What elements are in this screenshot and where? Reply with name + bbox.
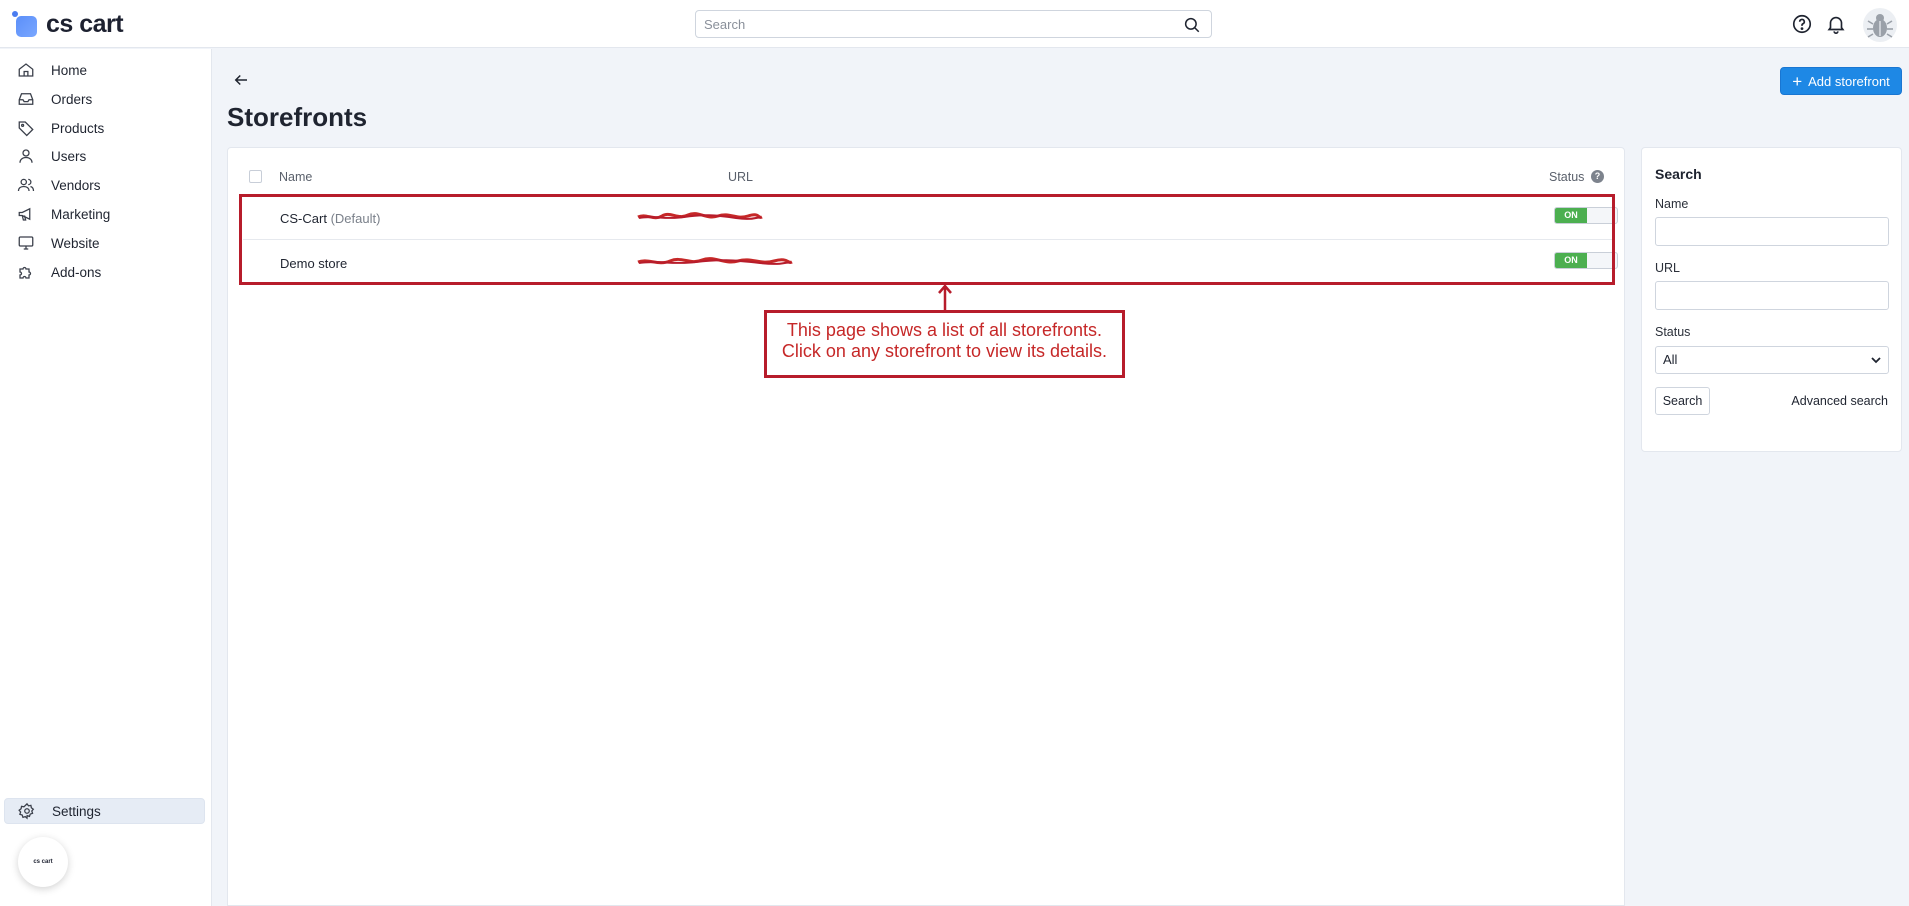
bell-icon[interactable] [1825, 13, 1847, 35]
annotation-arrow-icon [938, 284, 952, 311]
url-label: URL [1655, 261, 1681, 275]
annotation-line-2: Click on any storefront to view its deta… [781, 341, 1108, 361]
sidebar-item-label: Products [51, 120, 105, 136]
sidebar-item-add-ons[interactable]: Add-ons [4, 259, 205, 285]
sidebar-item-label: Settings [52, 803, 101, 819]
tag-icon [18, 121, 34, 137]
page-title: Storefronts [227, 102, 368, 132]
logo-mark-icon [12, 11, 38, 37]
name-field[interactable] [1655, 217, 1889, 246]
annotation-line-1: This page shows a list of all storefront… [786, 320, 1103, 340]
global-search [695, 10, 1212, 38]
bug-icon [1867, 14, 1893, 38]
plus-icon: + [1792, 71, 1803, 91]
sidebar-item-label: Users [51, 148, 87, 164]
column-header-url[interactable]: URL [728, 170, 753, 184]
inbox-icon [18, 93, 34, 105]
column-header-status: Status [1549, 170, 1585, 184]
select-all-checkbox[interactable] [249, 170, 262, 183]
avatar[interactable] [1863, 8, 1897, 42]
sidebar-item-website[interactable]: Website [4, 230, 205, 256]
megaphone-icon [18, 207, 31, 221]
annotation-callout: This page shows a list of all storefront… [764, 310, 1125, 378]
back-arrow-icon[interactable] [232, 71, 250, 89]
chevron-down-icon [1871, 357, 1881, 364]
sidebar-item-marketing[interactable]: Marketing [4, 201, 205, 227]
top-bar: cs cart [0, 0, 1909, 48]
sidebar-item-label: Website [51, 235, 100, 251]
logo-text: cs cart [46, 9, 124, 38]
sidebar-item-orders[interactable]: Orders [4, 86, 205, 112]
status-select[interactable]: All [1655, 346, 1889, 374]
sidebar: Home Orders Products Users Vendors Marke… [0, 49, 212, 906]
annotation-highlight-box [239, 194, 1615, 285]
users-icon [17, 178, 35, 192]
sidebar-item-home[interactable]: Home [4, 57, 205, 83]
sidebar-item-label: Orders [51, 91, 93, 107]
status-select-value: All [1663, 352, 1678, 367]
sidebar-item-vendors[interactable]: Vendors [4, 172, 205, 198]
sidebar-item-label: Vendors [51, 177, 101, 193]
name-label: Name [1655, 197, 1689, 211]
puzzle-icon [19, 266, 32, 279]
sidebar-item-label: Marketing [51, 206, 111, 222]
column-header-name[interactable]: Name [279, 170, 312, 184]
sidebar-item-products[interactable]: Products [4, 115, 205, 141]
search-icon[interactable] [1183, 16, 1201, 34]
status-label: Status [1655, 325, 1691, 339]
advanced-search-link[interactable]: Advanced search [1791, 394, 1888, 408]
sidebar-item-users[interactable]: Users [4, 143, 205, 169]
home-icon [18, 63, 34, 77]
search-panel-title: Search [1655, 166, 1702, 182]
status-help-icon[interactable]: ? [1591, 170, 1604, 183]
search-panel: Search Name URL Status All Search Advanc… [1641, 147, 1902, 452]
help-icon[interactable] [1791, 13, 1813, 35]
monitor-icon [18, 236, 34, 250]
cs-cart-badge[interactable]: cs cart [18, 837, 68, 887]
url-field[interactable] [1655, 281, 1889, 310]
sidebar-item-label: Home [51, 62, 88, 78]
sidebar-item-label: Add-ons [51, 264, 102, 280]
search-button[interactable]: Search [1655, 387, 1710, 415]
add-storefront-label: Add storefront [1808, 73, 1890, 89]
badge-logo-text: cs cart [33, 859, 53, 865]
user-icon [19, 149, 33, 163]
add-storefront-button[interactable]: + Add storefront [1780, 67, 1902, 95]
cs-cart-logo[interactable]: cs cart [12, 9, 124, 39]
gear-icon [18, 802, 35, 820]
global-search-input[interactable] [696, 11, 1166, 37]
sidebar-item-settings[interactable]: Settings [4, 798, 205, 824]
